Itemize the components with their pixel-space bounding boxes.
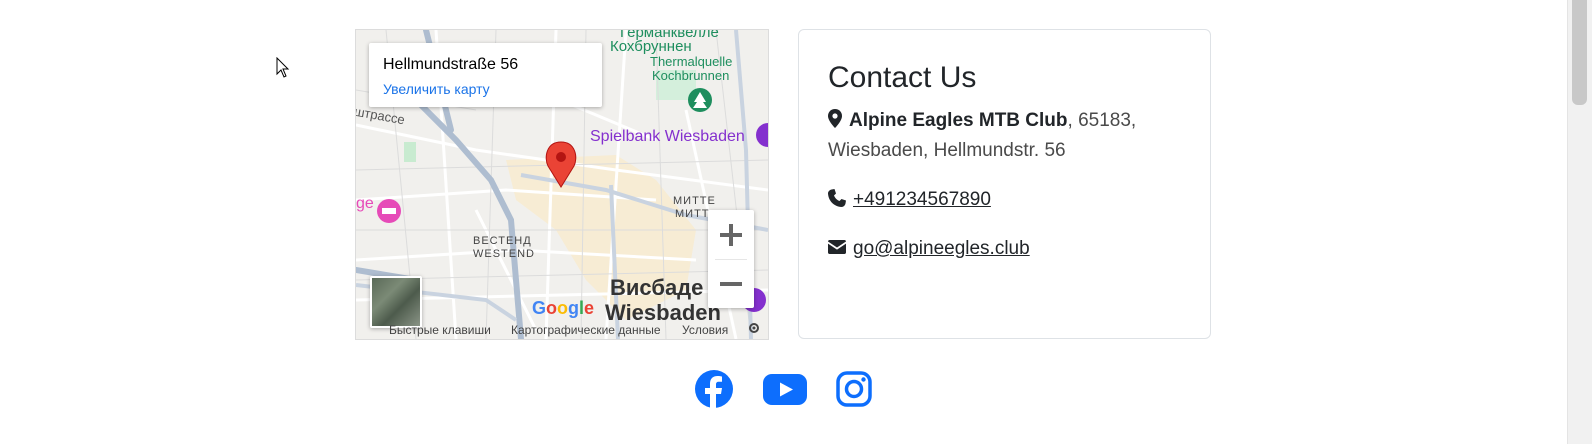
- map-label-westend: WESTEND: [473, 248, 535, 260]
- youtube-link[interactable]: [763, 374, 807, 410]
- scrollbar-thumb[interactable]: [1572, 0, 1587, 105]
- place-address: Hellmundstraße 56: [383, 56, 519, 73]
- phone-icon: [828, 188, 846, 207]
- view-larger-map-link[interactable]: Увеличить карту: [383, 81, 490, 97]
- zoom-in-button[interactable]: [708, 210, 754, 259]
- map-attribution-bar: Быстрые клавиши Картографические данные …: [356, 321, 768, 339]
- google-logo: Google: [532, 298, 595, 318]
- facebook-link[interactable]: [694, 369, 734, 414]
- facebook-icon: [695, 370, 733, 409]
- instagram-link[interactable]: [836, 371, 872, 412]
- map-label-city-ru: Висбаде: [610, 275, 704, 300]
- contact-card: Contact Us Alpine Eagles MTB Club, 65183…: [798, 29, 1211, 339]
- map-label-thermalquelle: Thermalquelle: [650, 54, 733, 69]
- address-line2: Wiesbaden, Hellmundstr. 56: [828, 140, 1066, 161]
- phone-row: +491234567890: [828, 185, 991, 215]
- terms-link[interactable]: Условия: [682, 323, 728, 337]
- map-label-westend-ru: ВЕСТЕНД: [473, 235, 532, 247]
- contact-title: Contact Us: [828, 61, 977, 94]
- map-label-kochbrunnen-ru: Кохбруннен: [610, 38, 692, 55]
- map-label-spielbank: Spielbank Wiesbaden: [590, 128, 745, 145]
- club-name: Alpine Eagles MTB Club: [849, 110, 1068, 131]
- page-scrollbar[interactable]: [1567, 0, 1592, 444]
- mouse-cursor-icon: [276, 56, 290, 84]
- email-row: go@alpineegles.club: [828, 234, 1030, 264]
- email-link[interactable]: go@alpineegles.club: [853, 238, 1030, 259]
- map-data-link[interactable]: Картографические данные: [511, 323, 661, 337]
- map-label-mitte-ru: МИТТЕ: [673, 195, 716, 207]
- place-info-card: Hellmundstraße 56 Увеличить карту: [369, 43, 602, 107]
- plus-icon: [720, 223, 742, 246]
- address-row: Alpine Eagles MTB Club, 65183, Wiesbaden…: [828, 106, 1188, 166]
- map-label-mitte: МИТТ: [675, 208, 710, 220]
- report-problem-icon[interactable]: [748, 322, 760, 337]
- zoom-out-button[interactable]: [708, 259, 754, 308]
- minus-icon: [720, 281, 742, 286]
- phone-link[interactable]: +491234567890: [853, 189, 991, 210]
- map-pin-icon: [828, 109, 842, 129]
- address-postcode: , 65183,: [1067, 110, 1137, 131]
- envelope-icon: [828, 239, 846, 254]
- map-label-kochbrunnen: Kochbrunnen: [652, 68, 730, 83]
- instagram-icon: [836, 371, 872, 407]
- zoom-control: [708, 210, 754, 308]
- keyboard-shortcuts-link[interactable]: Быстрые клавиши: [389, 323, 491, 337]
- embedded-map[interactable]: Германквелле Кохбруннен Thermalquelle Ko…: [355, 29, 769, 340]
- map-label-ge: ge: [356, 195, 374, 212]
- youtube-icon: [763, 374, 807, 405]
